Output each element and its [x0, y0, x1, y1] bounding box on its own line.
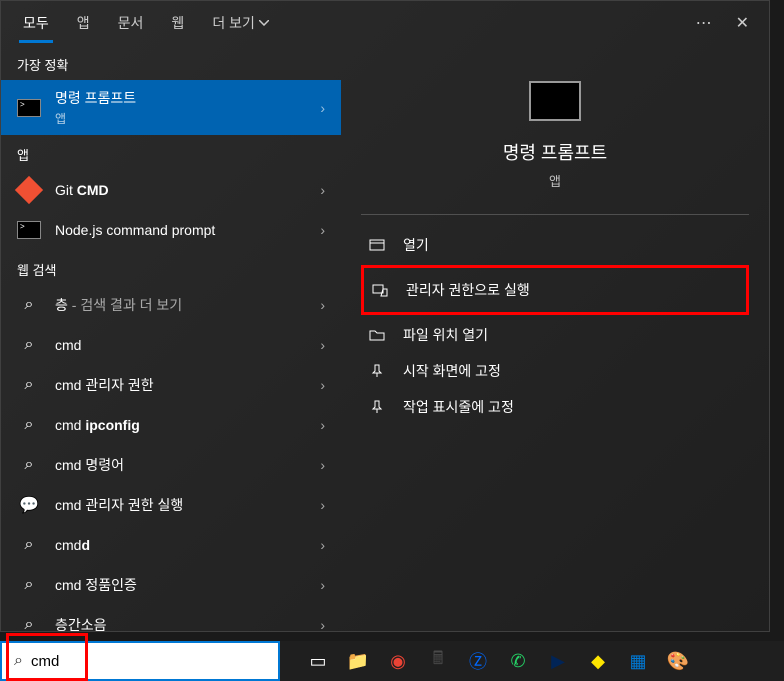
search-tabs: 모두 앱 문서 웹 더 보기 ⋯ ✕ — [1, 1, 769, 45]
chevron-right-icon: › — [320, 377, 325, 393]
chevron-right-icon: › — [320, 417, 325, 433]
chevron-right-icon: › — [320, 537, 325, 553]
web-result[interactable]: ⌕ cmdd › — [1, 525, 341, 565]
more-options-button[interactable]: ⋯ — [684, 5, 724, 41]
app-result-nodejs[interactable]: Node.js command prompt › — [1, 210, 341, 250]
search-icon: ⌕ — [17, 293, 41, 317]
web-result[interactable]: ⌕ 층간소음 › — [1, 605, 341, 631]
search-icon: ⌕ — [14, 652, 23, 670]
chevron-right-icon: › — [320, 577, 325, 593]
preview-title: 명령 프롬프트 — [503, 139, 607, 165]
action-label: 열기 — [403, 235, 429, 255]
chevron-right-icon: › — [320, 457, 325, 473]
action-label: 작업 표시줄에 고정 — [403, 397, 514, 417]
tab-web[interactable]: 웹 — [157, 3, 198, 43]
taskbar-icon-zalo[interactable]: Ⓩ — [460, 643, 496, 679]
web-result[interactable]: 💬 cmd 관리자 권한 실행 › — [1, 485, 341, 525]
action-label: 시작 화면에 고정 — [403, 361, 501, 381]
taskbar-icon-powershell[interactable]: ▶ — [540, 643, 576, 679]
web-result[interactable]: ⌕ cmd 정품인증 › — [1, 565, 341, 605]
admin-shield-icon — [368, 282, 392, 298]
taskbar-icon-app-blue[interactable]: ▦ — [620, 643, 656, 679]
web-result[interactable]: ⌕ cmd 명령어 › — [1, 445, 341, 485]
best-match-subtitle: 앱 — [55, 110, 320, 127]
search-icon: ⌕ — [17, 373, 41, 397]
terminal-icon — [17, 218, 41, 242]
action-run-as-admin[interactable]: 관리자 권한으로 실행 — [364, 272, 746, 308]
taskbar-icon-whatsapp[interactable]: ✆ — [500, 643, 536, 679]
pin-icon — [365, 399, 389, 415]
section-best-match: 가장 정확 — [1, 45, 341, 80]
action-label: 관리자 권한으로 실행 — [406, 280, 530, 300]
web-result[interactable]: ⌕ 층 - 검색 결과 더 보기 › — [1, 285, 341, 325]
action-pin-start[interactable]: 시작 화면에 고정 — [361, 353, 749, 389]
web-result[interactable]: ⌕ cmd 관리자 권한 › — [1, 365, 341, 405]
taskbar-icon-task-view[interactable]: ▭ — [300, 643, 336, 679]
action-open[interactable]: 열기 — [361, 227, 749, 263]
tab-apps[interactable]: 앱 — [63, 3, 104, 43]
search-icon: ⌕ — [17, 453, 41, 477]
tab-all[interactable]: 모두 — [9, 3, 63, 43]
chevron-right-icon: › — [320, 497, 325, 513]
pin-icon — [365, 363, 389, 379]
divider — [361, 214, 749, 215]
chevron-right-icon: › — [320, 337, 325, 353]
taskbar-search-box[interactable]: ⌕ — [0, 641, 280, 681]
chevron-right-icon: › — [320, 222, 325, 238]
taskbar-icon-file-explorer[interactable]: 📁 — [340, 643, 376, 679]
preview-app-icon — [529, 81, 581, 121]
chevron-right-icon: › — [320, 100, 325, 116]
best-match-title: 명령 프롬프트 — [55, 88, 320, 108]
chevron-right-icon: › — [320, 297, 325, 313]
chat-icon: 💬 — [17, 493, 41, 517]
search-input[interactable] — [31, 653, 266, 670]
taskbar: ⌕ ▭📁◉🖩Ⓩ✆▶◆▦🎨 — [0, 641, 784, 681]
preview-subtitle: 앱 — [549, 171, 561, 190]
web-result[interactable]: ⌕ cmd ipconfig › — [1, 405, 341, 445]
best-match-result[interactable]: 명령 프롬프트 앱 › — [1, 80, 341, 135]
folder-icon — [365, 327, 389, 343]
tab-documents[interactable]: 문서 — [104, 3, 158, 43]
app-result-git-cmd[interactable]: Git CMD › — [1, 170, 341, 210]
close-button[interactable]: ✕ — [724, 5, 761, 41]
taskbar-icon-chrome[interactable]: ◉ — [380, 643, 416, 679]
action-label: 파일 위치 열기 — [403, 325, 488, 345]
section-apps: 앱 — [1, 135, 341, 170]
search-icon: ⌕ — [17, 533, 41, 557]
search-icon: ⌕ — [17, 413, 41, 437]
taskbar-icon-kakaotalk[interactable]: ◆ — [580, 643, 616, 679]
git-icon — [17, 178, 41, 202]
taskbar-icon-calculator[interactable]: 🖩 — [420, 643, 456, 679]
terminal-icon — [17, 96, 41, 120]
open-icon — [365, 237, 389, 253]
action-open-location[interactable]: 파일 위치 열기 — [361, 317, 749, 353]
taskbar-icon-paint[interactable]: 🎨 — [660, 643, 696, 679]
chevron-right-icon: › — [320, 182, 325, 198]
action-pin-taskbar[interactable]: 작업 표시줄에 고정 — [361, 389, 749, 425]
highlighted-action: 관리자 권한으로 실행 — [361, 265, 749, 315]
search-icon: ⌕ — [17, 333, 41, 357]
chevron-down-icon — [259, 20, 269, 26]
tab-more[interactable]: 더 보기 — [198, 3, 283, 43]
section-web: 웹 검색 — [1, 250, 341, 285]
chevron-right-icon: › — [320, 617, 325, 631]
search-icon: ⌕ — [17, 613, 41, 631]
search-icon: ⌕ — [17, 573, 41, 597]
web-result[interactable]: ⌕ cmd › — [1, 325, 341, 365]
